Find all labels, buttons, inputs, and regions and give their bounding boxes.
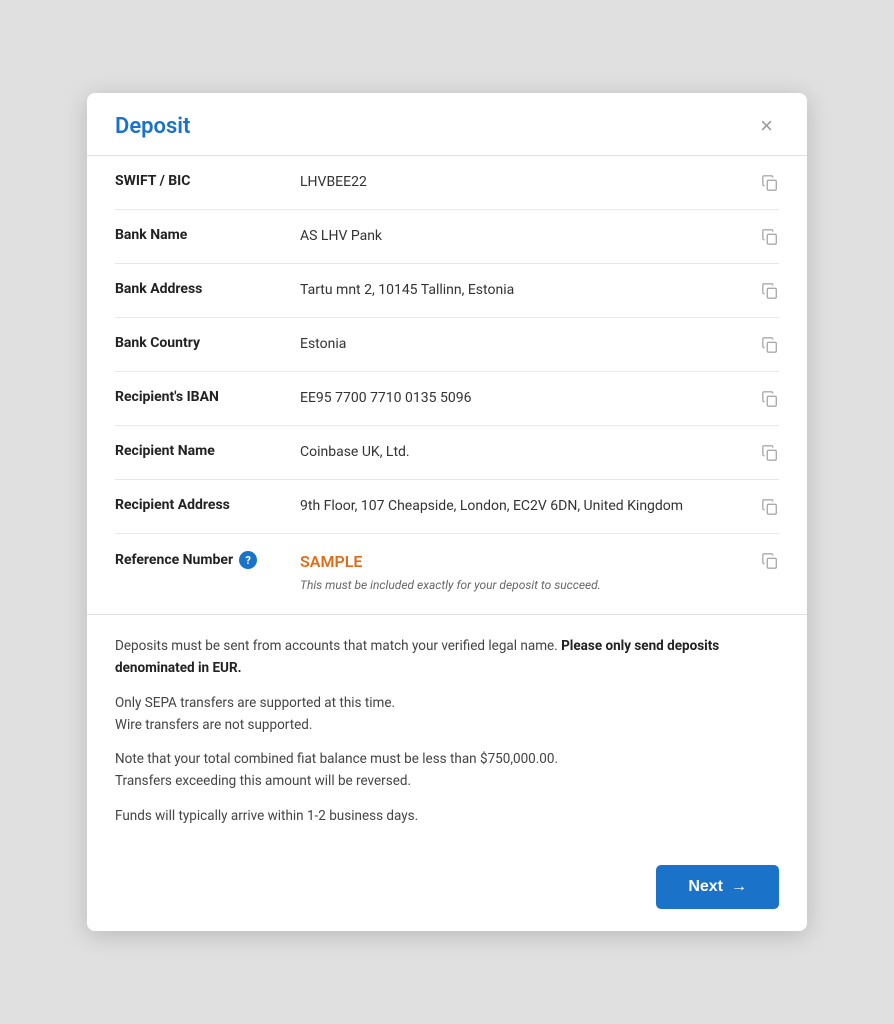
field-label-bank-name: Bank Name [115,226,300,243]
field-value-wrap-bank-address: Tartu mnt 2, 10145 Tallinn, Estonia [300,280,779,301]
close-button[interactable]: × [754,113,779,139]
copy-button-bank-address[interactable] [753,280,779,300]
notice-notice-4: Funds will typically arrive within 1-2 b… [115,805,779,827]
copy-icon [761,174,779,192]
copy-button-recipient-name[interactable] [753,442,779,462]
field-value-reference-number: SAMPLEThis must be included exactly for … [300,550,743,594]
field-label-recipient-address: Recipient Address [115,496,300,513]
field-label-recipient-iban: Recipient's IBAN [115,388,300,405]
field-value-bank-address: Tartu mnt 2, 10145 Tallinn, Estonia [300,280,743,301]
field-row-recipient-address: Recipient Address9th Floor, 107 Cheapsid… [115,480,779,534]
copy-icon [761,336,779,354]
next-label: Next [688,878,723,896]
notice-bold-text: Please only send deposits denominated in… [115,638,719,676]
next-arrow-icon: → [731,878,747,896]
field-value-recipient-iban: EE95 7700 7710 0135 5096 [300,388,743,409]
field-label-bank-country: Bank Country [115,334,300,351]
deposit-dialog: Deposit × SWIFT / BICLHVBEE22 Bank NameA… [87,93,807,931]
bank-details-table: SWIFT / BICLHVBEE22 Bank NameAS LHV Pank… [87,156,807,610]
field-label-bank-address: Bank Address [115,280,300,297]
notice-notice-1: Deposits must be sent from accounts that… [115,635,779,680]
field-row-bank-name: Bank NameAS LHV Pank [115,210,779,264]
field-label-recipient-name: Recipient Name [115,442,300,459]
copy-icon [761,282,779,300]
help-icon[interactable]: ? [239,551,257,569]
copy-icon [761,444,779,462]
copy-icon [761,498,779,516]
copy-button-recipient-iban[interactable] [753,388,779,408]
field-label-swift-bic: SWIFT / BIC [115,172,300,189]
field-value-wrap-reference-number: SAMPLEThis must be included exactly for … [300,550,779,594]
copy-icon [761,228,779,246]
copy-button-recipient-address[interactable] [753,496,779,516]
field-row-recipient-name: Recipient NameCoinbase UK, Ltd. [115,426,779,480]
field-value-bank-country: Estonia [300,334,743,355]
copy-button-bank-country[interactable] [753,334,779,354]
field-value-recipient-name: Coinbase UK, Ltd. [300,442,743,463]
dialog-footer: Next → [87,851,807,931]
field-value-wrap-bank-country: Estonia [300,334,779,355]
field-value-swift-bic: LHVBEE22 [300,172,743,193]
field-value-wrap-recipient-iban: EE95 7700 7710 0135 5096 [300,388,779,409]
field-value-bank-name: AS LHV Pank [300,226,743,247]
field-row-reference-number: Reference Number?SAMPLEThis must be incl… [115,534,779,610]
field-row-recipient-iban: Recipient's IBANEE95 7700 7710 0135 5096 [115,372,779,426]
field-value-wrap-swift-bic: LHVBEE22 [300,172,779,193]
dialog-header: Deposit × [87,93,807,156]
copy-icon [761,552,779,570]
field-row-bank-address: Bank AddressTartu mnt 2, 10145 Tallinn, … [115,264,779,318]
notice-notice-2: Only SEPA transfers are supported at thi… [115,692,779,737]
reference-sub-text: This must be included exactly for your d… [300,576,743,594]
field-value-wrap-recipient-name: Coinbase UK, Ltd. [300,442,779,463]
field-value-wrap-recipient-address: 9th Floor, 107 Cheapside, London, EC2V 6… [300,496,779,517]
dialog-title: Deposit [115,114,190,139]
copy-button-bank-name[interactable] [753,226,779,246]
notice-section: Deposits must be sent from accounts that… [87,615,807,851]
field-row-bank-country: Bank CountryEstonia [115,318,779,372]
field-row-swift-bic: SWIFT / BICLHVBEE22 [115,156,779,210]
copy-icon [761,390,779,408]
field-label-reference-number: Reference Number? [115,550,300,569]
field-value-wrap-bank-name: AS LHV Pank [300,226,779,247]
copy-button-swift-bic[interactable] [753,172,779,192]
copy-button-reference-number[interactable] [753,550,779,570]
next-button[interactable]: Next → [656,865,779,909]
notice-notice-3: Note that your total combined fiat balan… [115,748,779,793]
field-value-recipient-address: 9th Floor, 107 Cheapside, London, EC2V 6… [300,496,743,517]
